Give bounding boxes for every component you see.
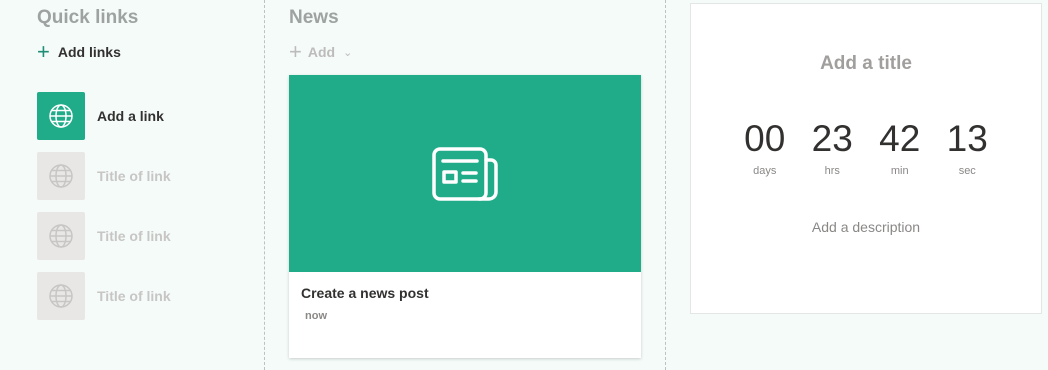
globe-icon: [49, 104, 73, 128]
countdown-minutes: 42 min: [866, 117, 934, 177]
add-links-button[interactable]: + Add links: [37, 39, 121, 64]
quick-link-item[interactable]: Add a link: [37, 92, 164, 140]
quick-link-item[interactable]: Title of link: [37, 152, 171, 200]
link-tile: [37, 212, 85, 260]
quick-link-label: Title of link: [97, 168, 171, 184]
news-headline: Create a news post: [301, 285, 429, 301]
countdown-title[interactable]: Add a title: [691, 53, 1041, 75]
column-divider: [264, 0, 265, 370]
countdown-value: 13: [946, 118, 988, 159]
quick-link-label: Title of link: [97, 228, 171, 244]
globe-icon: [49, 284, 73, 308]
chevron-down-icon: ⌄: [343, 46, 353, 59]
news-add-label: Add: [307, 44, 336, 60]
news-card[interactable]: Create a news post now: [289, 75, 641, 358]
countdown-days: 00 days: [731, 117, 799, 177]
countdown-description[interactable]: Add a description: [691, 219, 1041, 235]
quick-link-item[interactable]: Title of link: [37, 212, 171, 260]
countdown-seconds: 13 sec: [934, 117, 1002, 177]
quick-link-item[interactable]: Title of link: [37, 272, 171, 320]
globe-icon: [49, 224, 73, 248]
plus-icon: +: [289, 39, 302, 64]
countdown-value: 42: [879, 118, 921, 159]
countdown-unit-label: sec: [958, 165, 976, 177]
link-tile: [37, 152, 85, 200]
add-links-label: Add links: [57, 44, 121, 60]
column-divider: [665, 0, 666, 370]
globe-icon: [49, 164, 73, 188]
countdown-hours: 23 hrs: [799, 117, 867, 177]
plus-icon: +: [37, 39, 50, 64]
quick-link-label: Title of link: [97, 288, 171, 304]
link-tile: [37, 272, 85, 320]
news-card-image: [289, 75, 641, 272]
countdown-unit-label: min: [890, 165, 909, 177]
quick-links-title: Quick links: [37, 7, 139, 28]
countdown-value: 23: [811, 118, 853, 159]
newspaper-icon: [432, 146, 498, 201]
news-timestamp: now: [305, 310, 327, 322]
countdown-unit-label: days: [753, 165, 777, 177]
countdown-timer: 00 days 23 hrs 42 min 13 sec: [731, 117, 1001, 177]
countdown-unit-label: hrs: [824, 165, 840, 177]
news-title: News: [289, 7, 339, 28]
link-tile: [37, 92, 85, 140]
news-add-button[interactable]: + Add ⌄: [289, 39, 353, 64]
quick-link-label: Add a link: [97, 108, 164, 124]
countdown-webpart: Add a title 00 days 23 hrs 42 min 13 sec…: [690, 3, 1042, 314]
countdown-value: 00: [744, 118, 786, 159]
